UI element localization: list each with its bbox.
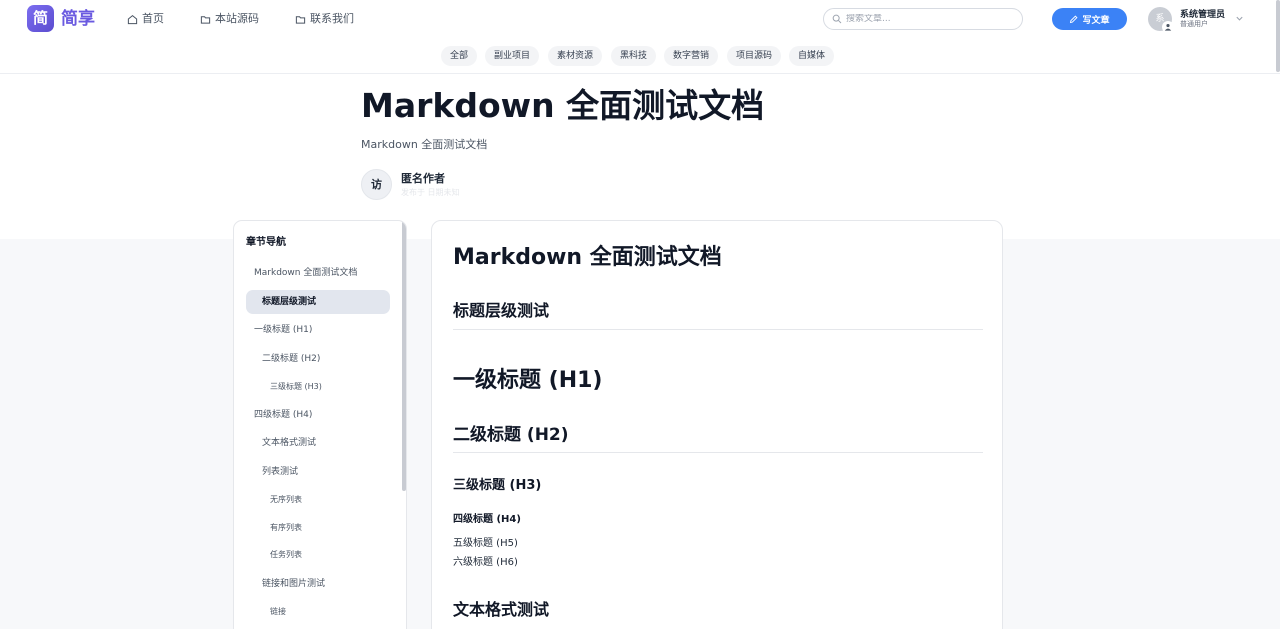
site-logo-text[interactable]: 简享	[61, 8, 95, 30]
category-media[interactable]: 自媒体	[789, 46, 835, 66]
section-divider	[453, 329, 983, 330]
content-h1: Markdown 全面测试文档	[453, 245, 722, 270]
content-h2-sample: 二级标题 (H2)	[453, 425, 569, 445]
toc-item[interactable]: 有序列表	[270, 522, 302, 534]
toc-item[interactable]: 四级标题 (H4)	[254, 409, 312, 421]
toc-heading: 章节导航	[246, 237, 286, 248]
h2-divider	[453, 452, 983, 453]
toc-item[interactable]: 列表测试	[262, 466, 298, 478]
content-h5-sample: 五级标题 (H5)	[453, 538, 518, 549]
nav-home[interactable]: 首页	[127, 11, 164, 27]
user-badge-icon	[1162, 21, 1174, 33]
toc-item[interactable]: 一级标题 (H1)	[254, 324, 312, 336]
toc-item-active[interactable]: 标题层级测试	[262, 296, 316, 308]
toc-item[interactable]: Markdown 全面测试文档	[254, 267, 357, 279]
toc-item[interactable]: 文本格式测试	[262, 437, 316, 449]
toc-item[interactable]: 无序列表	[270, 494, 302, 506]
category-assets[interactable]: 素材资源	[548, 46, 603, 66]
content-h3-sample: 三级标题 (H3)	[453, 478, 542, 493]
category-tech[interactable]: 黑科技	[611, 46, 657, 66]
category-side-hustle[interactable]: 副业项目	[485, 46, 540, 66]
toc-scrollbar[interactable]	[402, 221, 406, 491]
search-icon	[832, 14, 842, 24]
content-h4-sample: 四级标题 (H4)	[453, 514, 521, 525]
toc-panel: 章节导航 Markdown 全面测试文档 标题层级测试 一级标题 (H1) 二级…	[233, 220, 407, 629]
category-marketing[interactable]: 数字营销	[664, 46, 719, 66]
content-section2-title: 文本格式测试	[453, 600, 550, 619]
toc-item[interactable]: 二级标题 (H2)	[262, 353, 320, 365]
nav-source-label: 本站源码	[215, 12, 259, 25]
toc-item[interactable]: 三级标题 (H3)	[270, 381, 322, 393]
content-h1-sample: 一级标题 (H1)	[453, 368, 603, 393]
search-box[interactable]	[823, 8, 1023, 30]
top-header: 简 简享 首页 本站源码 联系我们 写文章 系 系统管理员 普通用户	[0, 0, 1280, 38]
article-subtitle: Markdown 全面测试文档	[361, 138, 488, 151]
toc-item[interactable]: 链接	[270, 606, 286, 618]
author-meta: 发布于 日期未知	[401, 188, 460, 197]
content-section-title: 标题层级测试	[453, 301, 550, 320]
pen-icon	[1070, 14, 1078, 23]
nav-source[interactable]: 本站源码	[200, 11, 259, 27]
article-title: Markdown 全面测试文档	[361, 86, 765, 125]
home-icon	[127, 14, 138, 24]
write-article-button[interactable]: 写文章	[1052, 8, 1127, 30]
search-input[interactable]	[846, 14, 1006, 24]
toc-item[interactable]: 任务列表	[270, 549, 302, 561]
write-article-label: 写文章	[1082, 14, 1110, 25]
article-content: Markdown 全面测试文档 标题层级测试 一级标题 (H1) 二级标题 (H…	[431, 220, 1003, 629]
folder-icon	[200, 15, 211, 24]
category-bar: 全部 副业项目 素材资源 黑科技 数字营销 项目源码 自媒体	[0, 38, 1280, 74]
user-role: 普通用户	[1180, 20, 1208, 28]
category-all[interactable]: 全部	[441, 46, 478, 66]
toc-item[interactable]: 链接和图片测试	[262, 578, 325, 590]
nav-contact[interactable]: 联系我们	[295, 11, 354, 27]
author-name[interactable]: 匿名作者	[401, 172, 445, 186]
content-h6-sample: 六级标题 (H6)	[453, 557, 518, 568]
folder-icon	[295, 15, 306, 24]
chevron-down-icon[interactable]	[1235, 14, 1244, 23]
category-source[interactable]: 项目源码	[727, 46, 782, 66]
page-scrollbar[interactable]	[1276, 0, 1280, 72]
nav-contact-label: 联系我们	[310, 12, 354, 25]
site-logo-icon[interactable]: 简	[27, 5, 54, 32]
nav-home-label: 首页	[142, 12, 164, 25]
author-avatar[interactable]: 访	[361, 169, 392, 200]
